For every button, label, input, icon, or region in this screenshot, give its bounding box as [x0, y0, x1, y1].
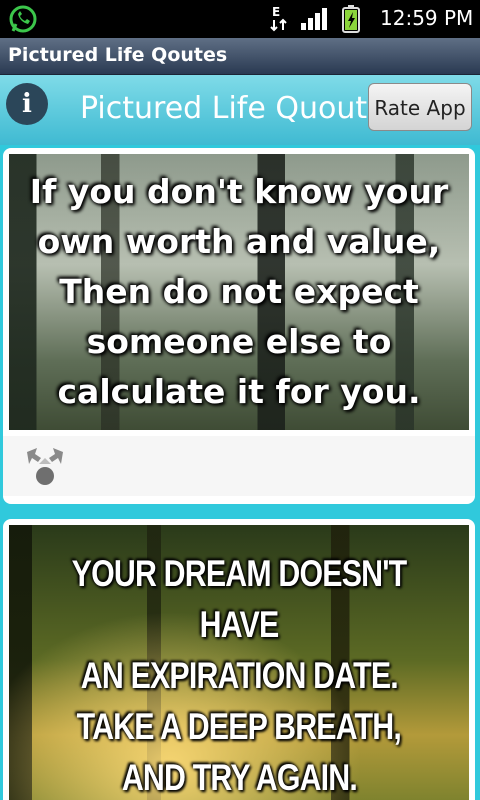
whatsapp-icon [9, 5, 37, 33]
quote-line: If you don't know your [29, 172, 449, 211]
quote-image[interactable]: If you don't know your own worth and val… [9, 154, 469, 430]
quote-line: Then do not expect [59, 272, 419, 311]
quote-card: YOUR DREAM DOESN'T HAVE AN EXPIRATION DA… [3, 519, 475, 800]
quote-line: AND TRY AGAIN. [121, 756, 357, 798]
network-icon: E [270, 5, 287, 32]
quote-line: AN EXPIRATION DATE. [80, 654, 398, 696]
quote-image[interactable]: YOUR DREAM DOESN'T HAVE AN EXPIRATION DA… [9, 525, 469, 800]
header-title: Pictured Life Quoutes [80, 91, 370, 126]
quote-line: own worth and value, [37, 222, 441, 261]
quote-line: calculate it for you. [57, 372, 421, 411]
rate-app-button[interactable]: Rate App [368, 83, 472, 131]
header: i Pictured Life Quoutes Rate App [0, 75, 480, 145]
app-title-bar: Pictured Life Qoutes [0, 38, 480, 75]
signal-icon [301, 8, 327, 30]
info-icon: i [22, 89, 32, 119]
quote-line: someone else to [86, 322, 392, 361]
share-icon[interactable] [23, 444, 67, 488]
info-button[interactable]: i [6, 83, 48, 125]
quote-line: TAKE A DEEP BREATH, [76, 705, 402, 747]
app-title: Pictured Life Qoutes [8, 44, 228, 66]
quote-line: YOUR DREAM DOESN'T HAVE [71, 552, 407, 645]
quote-card: If you don't know your own worth and val… [3, 148, 475, 504]
card-footer [3, 436, 475, 496]
quotes-feed[interactable]: If you don't know your own worth and val… [0, 145, 480, 800]
battery-charging-icon [342, 5, 360, 33]
status-bar: E 12:59 PM [0, 0, 480, 38]
network-letter: E [272, 5, 280, 19]
status-time: 12:59 PM [380, 6, 474, 30]
